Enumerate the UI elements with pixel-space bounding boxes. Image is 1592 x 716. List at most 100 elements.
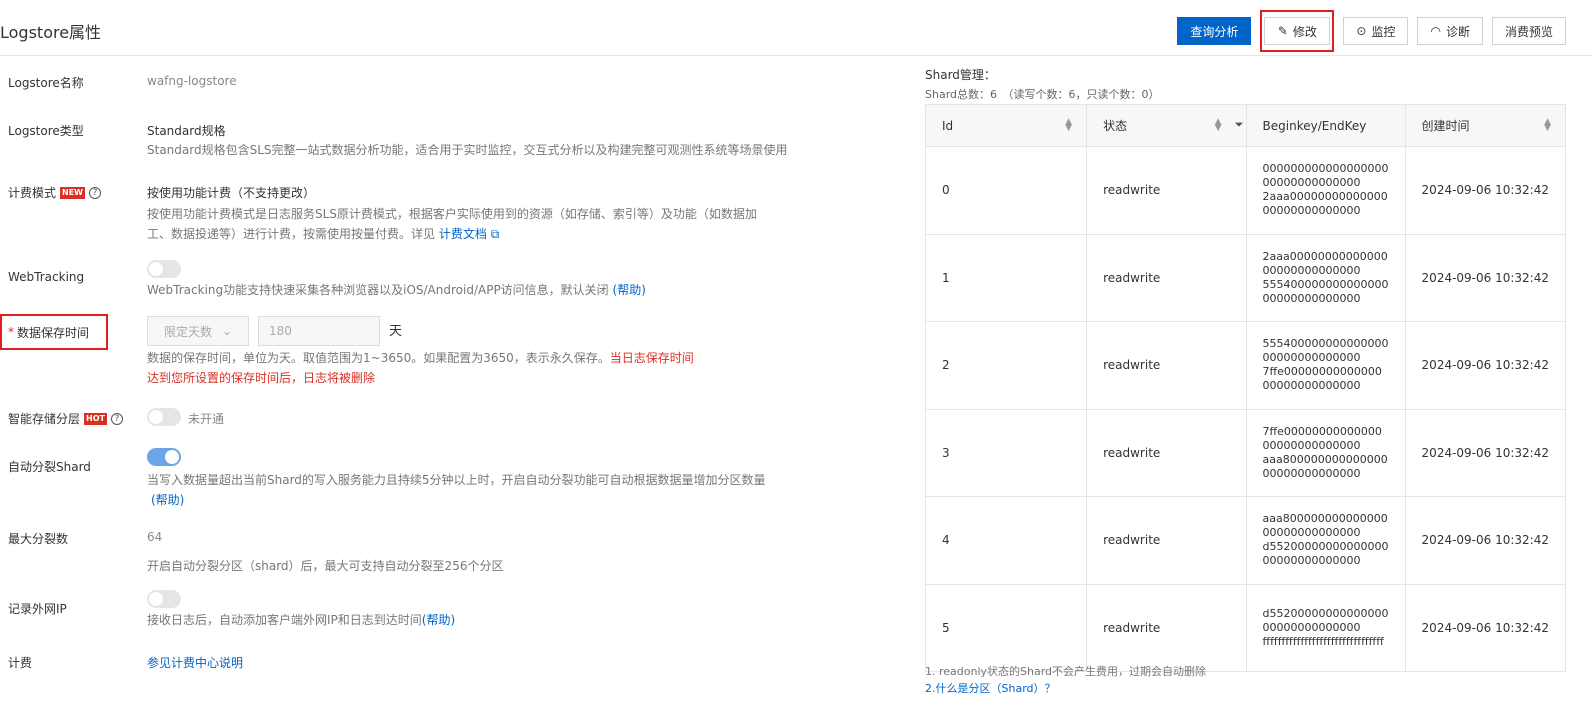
billing-mode-label-text: 计费模式 [8,186,57,200]
shard-end-key: 2aaa0000000000000000000000000000 [1262,190,1388,218]
max-split-value: 64 [147,530,163,544]
table-row: 3 readwrite 7ffe00000000000000000000000000… [924,408,1567,497]
hot-badge: HOT [84,412,107,425]
retention-label-highlight: * 数据保存时间 [0,314,108,350]
shard-management-title: Shard管理： [925,68,996,82]
tiered-storage-label: 智能存储分层 HOT ? [8,410,123,427]
shard-status: readwrite [1086,233,1247,322]
page-title: Logstore属性 [0,23,102,42]
filter-icon[interactable]: ⏷ [1235,118,1244,132]
column-created-time[interactable]: 创建时间 ▲ ▼ [1404,104,1567,147]
logstore-type-value: Standard规格 [147,124,226,138]
sort-icon[interactable]: ▲ ▼ [1065,118,1072,133]
shard-status: readwrite [1086,146,1247,235]
shard-end-key: ffffffffffffffffffffffffffffffff [1262,634,1384,648]
shard-status: readwrite [1086,583,1247,672]
shard-status: readwrite [1086,496,1247,585]
shard-id: 3 [924,408,1088,497]
what-is-shard-link[interactable]: 2.什么是分区（Shard）？ [925,680,1206,697]
shard-status: readwrite [1086,408,1247,497]
webtracking-toggle[interactable] [147,260,181,278]
shard-created-time: 2024-09-06 10:32:42 [1404,146,1567,235]
billing-mode-desc-line1: 按使用功能计费模式是日志服务SLS原计费模式，根据客户实际使用到的资源（如存储、… [147,207,757,221]
shard-table-body: 0 readwrite 000000000000000000000000000000… [924,146,1567,672]
shard-notes: 1. readonly状态的Shard不会产生费用，过期会自动删除 2.什么是分… [925,663,1206,697]
edit-button-highlight: ✎ 修改 [1260,10,1335,52]
sort-icon[interactable]: ▲ ▼ [1215,118,1222,133]
retention-warning-part1: 当日志保存时间 [609,351,694,365]
shard-end-key: aaa80000000000000000000000000000 [1262,452,1388,480]
shard-id: 0 [924,146,1088,235]
billing-doc-link[interactable]: 计费文档 [439,227,487,241]
external-link-icon: ⧉ [490,227,500,241]
tiered-storage-toggle[interactable] [147,408,181,426]
logstore-type-label: Logstore类型 [8,124,84,138]
webtracking-desc-text: WebTracking功能支持快速采集各种浏览器以及iOS/Android/AP… [147,283,609,297]
shard-id: 1 [924,233,1088,322]
shard-key-range: 55540000000000000000000000000000 7ffe0000… [1245,321,1406,410]
table-row: 1 readwrite 2aaa00000000000000000000000000… [924,233,1567,322]
monitor-button[interactable]: ⊙ 监控 [1343,17,1409,45]
diagnose-button[interactable]: ◠ 诊断 [1417,17,1483,45]
retention-mode-select[interactable]: 限定天数 ⌄ [147,316,249,346]
max-split-desc: 开启自动分裂分区（shard）后，最大可支持自动分裂至256个分区 [147,559,504,573]
webtracking-desc: WebTracking功能支持快速采集各种浏览器以及iOS/Android/AP… [147,280,646,300]
auto-split-help-link[interactable]: (帮助) [147,490,766,510]
shard-table-header: Id ▲ ▼ 状态 ▲ ▼ ⏷ Beginkey/EndKey 创建时间 ▲ ▼ [924,104,1567,147]
shard-summary: Shard总数：6 （读写个数：6，只读个数：0） [925,88,1160,101]
edit-button[interactable]: ✎ 修改 [1264,17,1331,45]
shard-created-time: 2024-09-06 10:32:42 [1404,583,1567,672]
retention-desc-text: 数据的保存时间，单位为天。取值范围为1~3650。如果配置为3650，表示永久保… [147,351,610,365]
retention-days-input[interactable] [258,316,380,346]
billing-center-link[interactable]: 参见计费中心说明 [147,654,243,671]
retention-warning-part2: 达到您所设置的保存时间后，日志将被删除 [147,371,376,385]
public-ip-desc: 接收日志后，自动添加客户端外网IP和日志到达时间(帮助) [147,610,455,630]
shard-begin-key: aaa80000000000000000000000000000 [1262,512,1388,540]
retention-desc-line1: 数据的保存时间，单位为天。取值范围为1~3650。如果配置为3650，表示永久保… [147,348,694,368]
column-created-label: 创建时间 [1421,119,1470,133]
help-circle-icon[interactable]: ? [110,412,123,425]
chevron-down-icon: ⌄ [221,324,232,338]
query-analysis-button[interactable]: 查询分析 [1177,17,1252,45]
sort-icon[interactable]: ▲ ▼ [1544,118,1551,133]
diagnose-button-label: 诊断 [1445,24,1470,39]
gauge-icon: ◠ [1430,24,1441,38]
retention-unit: 天 [389,324,403,339]
retention-label: 数据保存时间 [17,325,90,340]
column-status-label: 状态 [1103,119,1128,133]
billing-mode-desc-line2: 工、数据投递等）进行计费，按需使用按量付费。详见 计费文档 ⧉ [147,224,757,244]
public-ip-help-link[interactable]: (帮助) [422,613,455,627]
shard-end-key: d5520000000000000000000000000000 [1262,540,1389,568]
column-id[interactable]: Id ▲ ▼ [924,104,1088,147]
shard-table: Id ▲ ▼ 状态 ▲ ▼ ⏷ Beginkey/EndKey 创建时间 ▲ ▼ 0 readw… [924,104,1567,672]
webtracking-help-link[interactable]: (帮助) [613,283,646,297]
shard-begin-key: 55540000000000000000000000000000 [1262,337,1389,365]
shard-status: readwrite [1086,321,1247,410]
shard-begin-key: 7ffe0000000000000000000000000000 [1262,424,1382,452]
shard-key-range: aaa80000000000000000000000000000 d5520000… [1245,496,1406,585]
shard-end-key: 7ffe0000000000000000000000000000 [1262,365,1382,393]
shard-created-time: 2024-09-06 10:32:42 [1404,233,1567,322]
column-key-range-label: Beginkey/EndKey [1262,118,1367,133]
column-key-range: Beginkey/EndKey [1245,104,1406,147]
shard-created-time: 2024-09-06 10:32:42 [1404,496,1567,585]
table-row: 5 readwrite d55200000000000000000000000000… [924,583,1567,672]
public-ip-label: 记录外网IP [8,602,67,616]
public-ip-toggle[interactable] [147,590,181,608]
help-circle-icon[interactable]: ? [89,186,101,199]
shard-note-readonly: 1. readonly状态的Shard不会产生费用，过期会自动删除 [925,665,1207,678]
location-pin-icon: ⊙ [1356,24,1367,38]
toolbar: 查询分析 ✎ 修改 ⊙ 监控 ◠ 诊断 消费预览 [1177,10,1566,52]
auto-split-toggle[interactable] [147,448,181,466]
column-status[interactable]: 状态 ▲ ▼ ⏷ [1086,104,1247,147]
table-row: 0 readwrite 000000000000000000000000000000… [924,146,1567,235]
consume-preview-button[interactable]: 消费预览 [1491,17,1566,45]
shard-created-time: 2024-09-06 10:32:42 [1404,321,1567,410]
shard-begin-key: 00000000000000000000000000000000 [1262,162,1389,190]
public-ip-desc-text: 接收日志后，自动添加客户端外网IP和日志到达时间 [147,613,422,627]
billing-mode-desc: 按使用功能计费模式是日志服务SLS原计费模式，根据客户实际使用到的资源（如存储、… [147,204,757,244]
shard-key-range: d5520000000000000000000000000000 ffffffff… [1245,583,1406,672]
billing-label: 计费 [8,656,33,670]
table-row: 2 readwrite 555400000000000000000000000000… [924,321,1567,410]
page-header: Logstore属性 查询分析 ✎ 修改 ⊙ 监控 ◠ 诊断 消费预览 [0,0,1592,56]
